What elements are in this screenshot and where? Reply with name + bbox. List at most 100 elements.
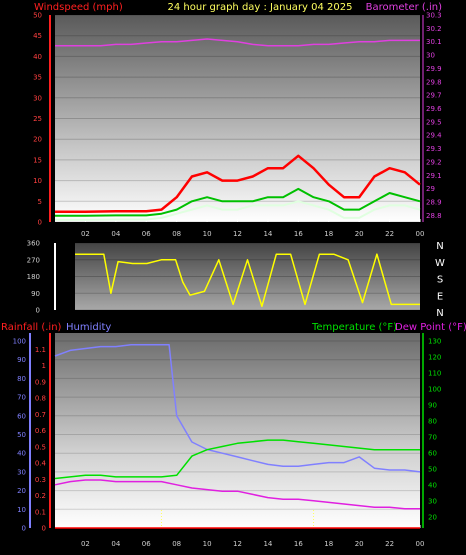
wind-tick-label-04: 04 [111,230,120,238]
direction-tick-label-270: 270 [27,256,40,264]
wind-tick-label-20: 20 [355,230,364,238]
windspeed-tick-label-50: 50 [33,12,42,20]
barometer-tick-label-29.1: 29.1 [426,172,442,180]
temperature-tick-label-20: 20 [428,513,437,521]
weather-graph: Windspeed (mph) 24 hour graph day : Janu… [0,0,466,555]
windspeed-tick-label-40: 40 [33,53,42,61]
windspeed-tick-label-20: 20 [33,136,42,144]
temperature-tick-label-40: 40 [428,481,437,489]
barometer-tick-label-29.7: 29.7 [426,92,442,100]
wind-tick-label-18: 18 [324,230,333,238]
temp-tick-label-02: 02 [81,540,90,548]
rainfall-tick-label-1: 1 [42,362,46,370]
humidity-tick-label-60: 60 [17,412,26,420]
barometer-tick-label-29: 29 [426,185,435,193]
wind-tick-label-00: 00 [416,230,425,238]
humidity-tick-label-30: 30 [17,468,26,476]
rainfall-tick-label-0.3: 0.3 [35,476,46,484]
rainfall-tick-label-0: 0 [42,525,46,533]
windspeed-tick-label-45: 45 [33,32,42,40]
wind-tick-label-02: 02 [81,230,90,238]
rainfall-tick-label-0.1: 0.1 [35,508,46,516]
temperature-tick-label-130: 130 [428,337,441,345]
rainfall-tick-label-0.2: 0.2 [35,492,46,500]
temp-tick-label-14: 14 [263,540,272,548]
humidity-tick-label-100: 100 [13,338,26,346]
temp-tick-label-04: 04 [111,540,120,548]
barometer-tick-label-29.4: 29.4 [426,132,442,140]
direction-tick-label-360: 360 [27,240,40,248]
graph-date-title: 24 hour graph day : January 04 2025 [168,2,353,13]
barometer-tick-label-30.1: 30.1 [426,38,442,46]
temperature-tick-label-90: 90 [428,401,437,409]
wind-tick-label-14: 14 [263,230,272,238]
barometer-tick-label-30.2: 30.2 [426,25,442,33]
wind-tick-label-10: 10 [203,230,212,238]
temperature-tick-label-50: 50 [428,465,437,473]
temp-tick-label-12: 12 [233,540,242,548]
rainfall-tick-label-0.5: 0.5 [35,443,46,451]
windspeed-tick-label-25: 25 [33,115,42,123]
humidity-label: Humidity [66,322,111,333]
temp-tick-label-16: 16 [294,540,303,548]
humidity-tick-label-0: 0 [22,525,26,533]
barometer-tick-label-29.3: 29.3 [426,145,442,153]
wind-tick-label-16: 16 [294,230,303,238]
temp-tick-label-18: 18 [324,540,333,548]
temp-tick-label-22: 22 [385,540,394,548]
weather-chart-canvas: Windspeed (mph) 24 hour graph day : Janu… [1,2,466,548]
direction-tick-label-180: 180 [27,273,40,281]
rainfall-tick-label-0.9: 0.9 [35,378,46,386]
humidity-tick-label-80: 80 [17,375,26,383]
temperature-tick-label-120: 120 [428,353,441,361]
temp-tick-label-10: 10 [203,540,212,548]
temperature-tick-label-110: 110 [428,369,441,377]
temperature-tick-label-30: 30 [428,497,437,505]
barometer-tick-label-28.9: 28.9 [426,198,442,206]
wind-tick-label-08: 08 [172,230,181,238]
temp-tick-label-08: 08 [172,540,181,548]
barometer-tick-label-29.5: 29.5 [426,118,442,126]
humidity-tick-label-40: 40 [17,450,26,458]
barometer-tick-label-30: 30 [426,52,435,60]
compass-label-0: N [436,241,443,252]
temperature-tick-label-80: 80 [428,417,437,425]
barometer-tick-label-29.8: 29.8 [426,78,442,86]
rainfall-tick-label-0.6: 0.6 [35,427,47,435]
barometer-tick-label-29.9: 29.9 [426,65,442,73]
humidity-tick-label-20: 20 [17,487,26,495]
humidity-tick-label-50: 50 [17,431,26,439]
rainfall-tick-label-0.4: 0.4 [35,460,47,468]
wind-tick-label-06: 06 [142,230,151,238]
barometer-tick-label-30.3: 30.3 [426,12,442,20]
rainfall-tick-label-1.1: 1.1 [35,346,46,354]
rainfall-tick-label-0.7: 0.7 [35,411,46,419]
windspeed-tick-label-30: 30 [33,94,42,102]
barometer-tick-label-29.2: 29.2 [426,158,442,166]
temperature-tick-label-100: 100 [428,385,441,393]
compass-label-3: E [437,291,443,302]
temperature-tick-label-70: 70 [428,433,437,441]
wind-tick-label-12: 12 [233,230,242,238]
temp-panel-bg [55,333,420,528]
windspeed-tick-label-10: 10 [33,177,42,185]
windspeed-tick-label-0: 0 [38,219,42,227]
dewpoint-label: Dew Point (°F) [395,322,466,333]
temp-tick-label-06: 06 [142,540,151,548]
barometer-tick-label-29.6: 29.6 [426,105,442,113]
temp-tick-label-20: 20 [355,540,364,548]
direction-tick-label-0: 0 [36,307,40,315]
wind-tick-label-22: 22 [385,230,394,238]
barometer-tick-label-28.8: 28.8 [426,212,442,220]
direction-tick-label-90: 90 [31,290,40,298]
compass-label-4: N [436,308,443,319]
humidity-tick-label-10: 10 [17,506,26,514]
temperature-label: Temperature (°F) [311,322,397,333]
compass-label-1: W [435,258,445,269]
temp-tick-label-00: 00 [416,540,425,548]
windspeed-tick-label-15: 15 [33,156,42,164]
humidity-tick-label-90: 90 [17,356,26,364]
humidity-tick-label-70: 70 [17,394,26,402]
windspeed-title: Windspeed (mph) [34,2,123,13]
rainfall-tick-label-0.8: 0.8 [35,395,46,403]
